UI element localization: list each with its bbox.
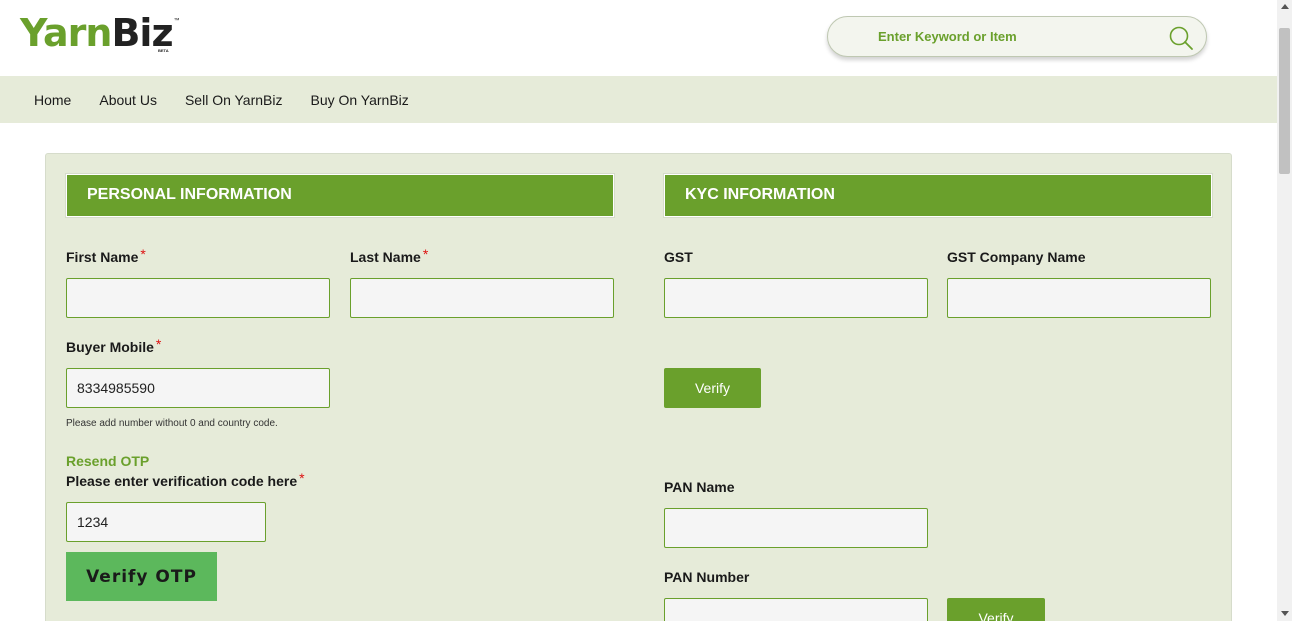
personal-info-heading: PERSONAL INFORMATION xyxy=(65,173,615,218)
required-mark: * xyxy=(155,336,162,352)
pan-number-field[interactable] xyxy=(664,598,928,621)
yarnbiz-logo[interactable]: Yarn Biz ™ BETA xyxy=(20,12,180,56)
first-name-label: First Name * xyxy=(66,246,146,265)
required-mark: * xyxy=(422,246,429,262)
resend-otp-link[interactable]: Resend OTP xyxy=(66,453,149,469)
nav-buy-on-yarnbiz[interactable]: Buy On YarnBiz xyxy=(310,92,408,108)
logo-trademark: ™ xyxy=(173,18,180,24)
mobile-hint: Please add number without 0 and country … xyxy=(66,418,278,429)
nav-sell-on-yarnbiz[interactable]: Sell On YarnBiz xyxy=(185,92,283,108)
pan-name-field[interactable] xyxy=(664,508,928,548)
first-name-field[interactable] xyxy=(66,278,330,318)
site-header: Yarn Biz ™ BETA xyxy=(0,0,1277,76)
gst-company-name-label: GST Company Name xyxy=(947,249,1086,265)
nav-home[interactable]: Home xyxy=(34,92,71,108)
last-name-field[interactable] xyxy=(350,278,614,318)
gst-field[interactable] xyxy=(664,278,928,318)
otp-label: Please enter verification code here * xyxy=(66,470,305,489)
page-scrollbar[interactable] xyxy=(1277,0,1292,621)
buyer-mobile-label: Buyer Mobile * xyxy=(66,336,162,355)
scrollbar-thumb[interactable] xyxy=(1279,28,1290,174)
logo-beta: BETA xyxy=(158,48,169,53)
buyer-mobile-field[interactable] xyxy=(66,368,330,408)
registration-form-panel: PERSONAL INFORMATION First Name * Last Na… xyxy=(45,153,1232,621)
otp-field[interactable] xyxy=(66,502,266,542)
search-icon[interactable] xyxy=(1168,25,1194,51)
pan-number-label: PAN Number xyxy=(664,569,750,585)
scroll-up-arrow-icon[interactable] xyxy=(1281,4,1289,9)
verify-otp-button[interactable]: Verify OTP xyxy=(66,552,217,601)
required-mark: * xyxy=(299,470,305,486)
scroll-down-arrow-icon[interactable] xyxy=(1281,611,1289,616)
search-bar xyxy=(827,16,1207,57)
verify-gst-button[interactable]: Verify xyxy=(664,368,761,408)
pan-name-label: PAN Name xyxy=(664,479,735,495)
nav-about-us[interactable]: About Us xyxy=(99,92,157,108)
gst-label: GST xyxy=(664,249,693,265)
kyc-info-heading: KYC INFORMATION xyxy=(663,173,1213,218)
main-nav: Home About Us Sell On YarnBiz Buy On Yar… xyxy=(0,76,1277,123)
verify-pan-button[interactable]: Verify xyxy=(947,598,1045,621)
last-name-label: Last Name * xyxy=(350,246,429,265)
required-mark: * xyxy=(140,246,146,262)
gst-company-name-field[interactable] xyxy=(947,278,1211,318)
logo-yarn-text: Yarn xyxy=(20,11,112,55)
search-input[interactable] xyxy=(858,17,1158,56)
